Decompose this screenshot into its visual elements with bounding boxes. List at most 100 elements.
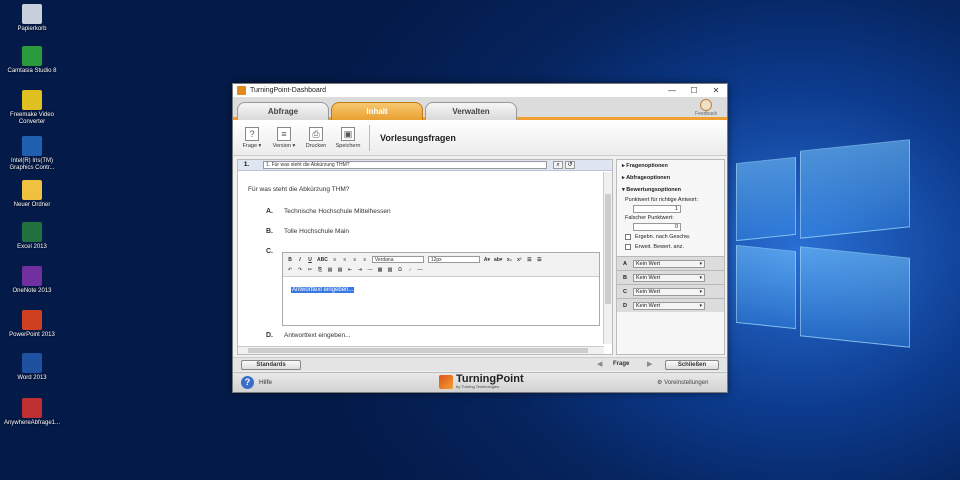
table-icon[interactable]: ▦ bbox=[377, 267, 383, 273]
media-icon[interactable]: ♪ bbox=[407, 267, 413, 273]
paste-icon[interactable]: ▤ bbox=[327, 267, 333, 273]
desktop-icon[interactable]: PowerPoint 2013 bbox=[0, 310, 64, 339]
scroll-thumb[interactable] bbox=[605, 194, 611, 304]
numbered-list-icon[interactable]: ☰ bbox=[536, 257, 542, 263]
bewertungsoptionen-section[interactable]: ▾ Bewertungsoptionen bbox=[617, 184, 724, 196]
scroll-thumb[interactable] bbox=[248, 348, 588, 353]
drucken-button[interactable]: ⎙ Drucken bbox=[303, 126, 329, 149]
logo-mark-icon bbox=[439, 374, 453, 389]
rich-text-editor[interactable]: B I U ABC ≡ ≡ ≡ ≡ Verdana 12px A▾ ab▾ x₂… bbox=[282, 252, 600, 326]
help-label[interactable]: Hilfe bbox=[259, 379, 272, 386]
answer-value-row: A Kein Wert bbox=[617, 256, 724, 270]
question-text[interactable]: Für was steht die Abkürzung THM? bbox=[248, 186, 349, 193]
anywhere-abfrage-icon bbox=[22, 398, 42, 418]
close-button[interactable]: ✕ bbox=[705, 86, 727, 95]
desktop-icon[interactable]: Intel(R) Iris(TM) Graphics Contr... bbox=[0, 136, 64, 172]
tab-abfrage[interactable]: Abfrage bbox=[237, 102, 329, 120]
gear-icon: ⚙ bbox=[657, 380, 663, 386]
speichern-button[interactable]: ▣ Speichern bbox=[335, 126, 361, 149]
desktop-icon[interactable]: Word 2013 bbox=[0, 353, 64, 382]
ergebn-checkbox[interactable]: Ergebn. nach Geschw. bbox=[617, 232, 724, 242]
size-select[interactable]: 12px bbox=[427, 256, 480, 263]
question-number: 1. bbox=[244, 162, 250, 168]
question-dropdown[interactable]: 1. Für was steht die Abkürzung THM? bbox=[263, 161, 548, 169]
align-left-icon[interactable]: ≡ bbox=[332, 257, 338, 263]
bottom-bar: Standards ◀ Frage ▶ Schließen bbox=[233, 357, 727, 371]
wallpaper-beam bbox=[736, 244, 796, 330]
copy-icon[interactable]: ⎘ bbox=[317, 267, 323, 273]
reset-icon[interactable]: ↺ bbox=[565, 161, 576, 169]
turningpoint-window: TurningPoint-Dashboard — ☐ ✕ Abfrage Inh… bbox=[232, 83, 728, 393]
answer-value-select[interactable]: Kein Wert bbox=[633, 259, 705, 268]
align-center-icon[interactable]: ≡ bbox=[342, 257, 348, 263]
checkbox-icon bbox=[625, 244, 631, 250]
editor-selected-text[interactable]: Antworttext eingeben... bbox=[291, 287, 355, 293]
image-icon[interactable]: ▧ bbox=[387, 267, 393, 273]
italic-button[interactable]: I bbox=[297, 257, 303, 263]
undo-icon[interactable]: ↶ bbox=[287, 267, 293, 273]
vertical-scrollbar[interactable] bbox=[603, 172, 612, 344]
next-arrow-icon[interactable]: ▶ bbox=[647, 360, 652, 368]
answer-d[interactable]: D. Antworttext eingeben... bbox=[266, 332, 351, 339]
redo-icon[interactable]: ↷ bbox=[297, 267, 303, 273]
desktop-icon[interactable]: AnywhereAbfrage1... bbox=[0, 398, 64, 427]
standards-button[interactable]: Standards bbox=[241, 360, 301, 370]
close-dialog-button[interactable]: Schließen bbox=[665, 360, 719, 370]
search-icon[interactable]: ⌕ bbox=[553, 161, 564, 169]
font-select[interactable]: Verdana bbox=[371, 256, 424, 263]
answer-value-row: C Kein Wert bbox=[617, 284, 724, 298]
tab-inhalt[interactable]: Inhalt bbox=[331, 102, 423, 120]
punktwert-label: Punktwert für richtige Antwort: bbox=[625, 197, 699, 203]
indent-icon[interactable]: ⇥ bbox=[357, 267, 363, 273]
frage-button[interactable]: ? Frage ▾ bbox=[239, 126, 265, 149]
desktop-icon[interactable]: OneNote 2013 bbox=[0, 266, 64, 295]
cut-icon[interactable]: ✂ bbox=[307, 267, 313, 273]
subscript-icon[interactable]: x₂ bbox=[506, 257, 512, 263]
word-icon bbox=[22, 353, 42, 373]
align-right-icon[interactable]: ≡ bbox=[352, 257, 358, 263]
title-bar[interactable]: TurningPoint-Dashboard — ☐ ✕ bbox=[233, 84, 727, 98]
horizontal-scrollbar[interactable] bbox=[238, 346, 604, 354]
erweit-checkbox[interactable]: Erweit. Bewert. anz. bbox=[617, 242, 724, 252]
bold-button[interactable]: B bbox=[287, 257, 293, 263]
minimize-button[interactable]: — bbox=[661, 86, 683, 95]
bullet-list-icon[interactable]: ☰ bbox=[526, 257, 532, 263]
justify-icon[interactable]: ≡ bbox=[362, 257, 368, 263]
desktop-icon[interactable]: Camtasia Studio 8 bbox=[0, 46, 64, 75]
fragenoptionen-section[interactable]: ▸ Fragenoptionen bbox=[617, 160, 724, 172]
paste-text-icon[interactable]: ▤ bbox=[337, 267, 343, 273]
voreinstellungen-button[interactable]: ⚙ Voreinstellungen bbox=[657, 379, 708, 386]
outdent-icon[interactable]: ⇤ bbox=[347, 267, 353, 273]
underline-button[interactable]: U bbox=[307, 257, 313, 263]
punktwert-input[interactable]: 1 bbox=[633, 205, 681, 213]
desktop-icon[interactable]: Papierkorb bbox=[0, 4, 64, 33]
prev-arrow-icon[interactable]: ◀ bbox=[597, 360, 602, 368]
answer-b[interactable]: B. Tolle Hochschule Main bbox=[266, 228, 349, 235]
onenote-icon bbox=[22, 266, 42, 286]
highlight-icon[interactable]: ab▾ bbox=[494, 257, 502, 263]
printer-icon: ⎙ bbox=[309, 126, 323, 141]
desktop-icon[interactable]: Freemake Video Converter bbox=[0, 90, 64, 126]
answer-value-select[interactable]: Kein Wert bbox=[633, 273, 705, 282]
answer-a[interactable]: A. Technische Hochschule Mittelhessen bbox=[266, 208, 391, 215]
desktop-icon[interactable]: Excel 2013 bbox=[0, 222, 64, 251]
omega-icon[interactable]: Ω bbox=[397, 267, 403, 273]
app-icon bbox=[237, 86, 246, 95]
version-button[interactable]: ≡ Version ▾ bbox=[271, 126, 297, 149]
text-color-icon[interactable]: A▾ bbox=[484, 257, 490, 263]
abfrageoptionen-section[interactable]: ▸ Abfrageoptionen bbox=[617, 172, 724, 184]
line-icon[interactable]: ― bbox=[417, 267, 423, 273]
desktop-icon[interactable]: Neuer Ordner bbox=[0, 180, 64, 209]
tab-verwalten[interactable]: Verwalten bbox=[425, 102, 517, 120]
falsch-input[interactable]: 0 bbox=[633, 223, 681, 231]
strike-button[interactable]: ABC bbox=[317, 257, 328, 263]
maximize-button[interactable]: ☐ bbox=[683, 86, 705, 95]
list-icon: ≡ bbox=[277, 126, 291, 141]
hr-icon[interactable]: — bbox=[367, 267, 373, 273]
options-panel: ▸ Fragenoptionen ▸ Abfrageoptionen ▾ Bew… bbox=[616, 159, 725, 355]
help-icon[interactable]: ? bbox=[241, 376, 254, 389]
superscript-icon[interactable]: x² bbox=[516, 257, 522, 263]
answer-value-select[interactable]: Kein Wert bbox=[633, 287, 705, 296]
answer-value-select[interactable]: Kein Wert bbox=[633, 301, 705, 310]
feedback-button[interactable]: Feedback bbox=[693, 99, 719, 117]
